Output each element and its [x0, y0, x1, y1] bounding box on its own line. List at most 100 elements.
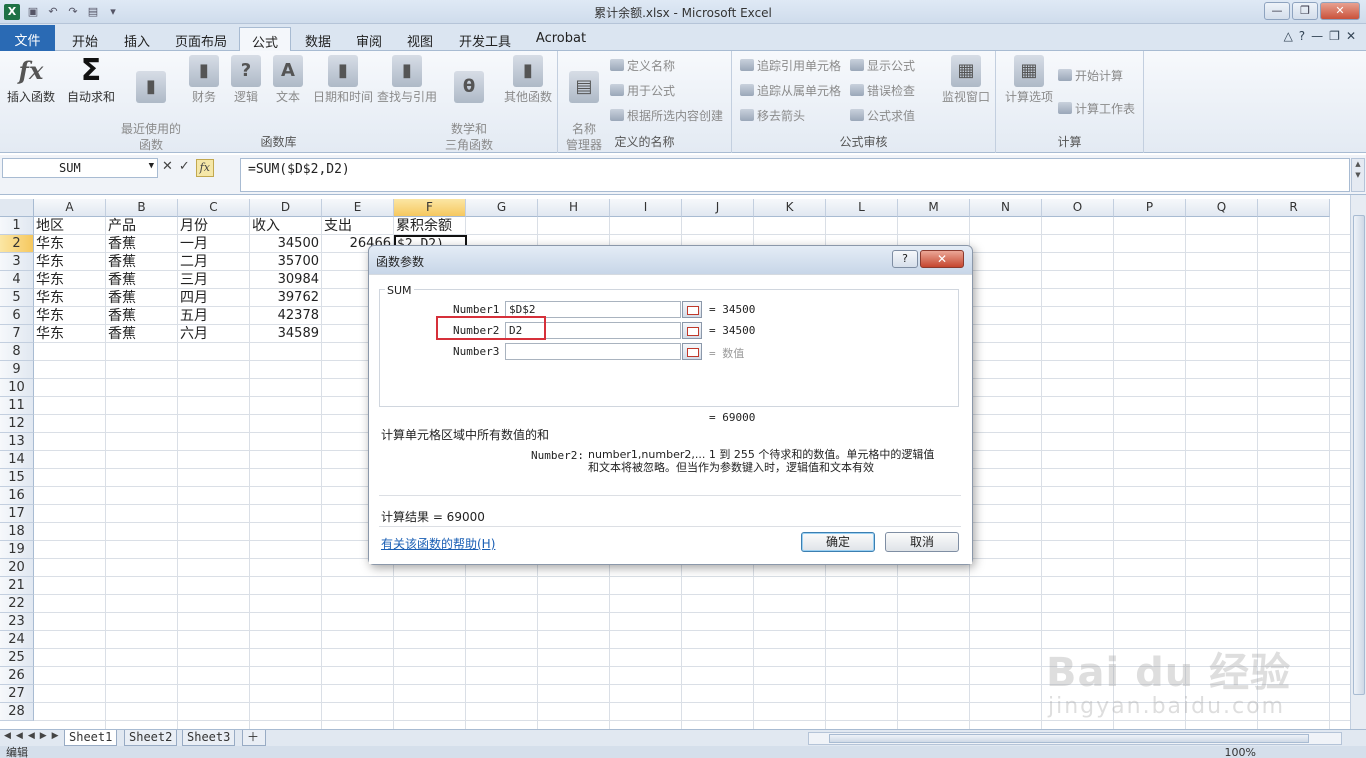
financial-button[interactable]: ▮ 财务: [186, 55, 222, 105]
cell[interactable]: 42378: [250, 307, 322, 325]
cell[interactable]: 支出: [322, 217, 394, 235]
tab-insert[interactable]: 插入: [114, 27, 160, 51]
doc-restore-icon[interactable]: ❐: [1329, 29, 1340, 43]
column-header[interactable]: D: [250, 199, 322, 217]
sheet-tab-2[interactable]: Sheet2: [124, 730, 178, 746]
row-header[interactable]: 18: [0, 523, 34, 541]
row-header[interactable]: 14: [0, 451, 34, 469]
tab-home[interactable]: 开始: [62, 27, 108, 51]
column-header[interactable]: J: [682, 199, 754, 217]
text-button[interactable]: A 文本: [270, 55, 306, 105]
range-select-icon[interactable]: [682, 301, 702, 318]
number1-input[interactable]: $D$2: [505, 301, 681, 318]
cell[interactable]: 34589: [250, 325, 322, 343]
column-header[interactable]: F: [394, 199, 466, 217]
tab-formulas[interactable]: 公式: [239, 27, 291, 51]
cell[interactable]: 华东: [34, 253, 106, 271]
cell[interactable]: 四月: [178, 289, 250, 307]
row-header[interactable]: 9: [0, 361, 34, 379]
row-header[interactable]: 13: [0, 433, 34, 451]
row-header[interactable]: 1: [0, 217, 34, 235]
calc-options-button[interactable]: ▦ 计算选项: [1000, 55, 1058, 105]
trace-dependents-button[interactable]: 追踪从属单元格: [740, 82, 841, 100]
insert-function-button[interactable]: fx 插入函数: [4, 55, 58, 105]
hscroll-thumb[interactable]: [829, 734, 1309, 743]
help-icon[interactable]: ?: [1299, 29, 1305, 43]
autosum-button[interactable]: Σ 自动求和: [64, 55, 118, 105]
watch-window-button[interactable]: ▦ 监视窗口: [938, 55, 994, 105]
minimize-icon[interactable]: —: [1264, 2, 1290, 20]
column-header[interactable]: E: [322, 199, 394, 217]
tab-developer[interactable]: 开发工具: [452, 27, 518, 51]
row-header[interactable]: 6: [0, 307, 34, 325]
cell[interactable]: 39762: [250, 289, 322, 307]
tab-review[interactable]: 审阅: [347, 27, 391, 51]
range-select-icon[interactable]: [682, 343, 702, 360]
column-header[interactable]: P: [1114, 199, 1186, 217]
datetime-button[interactable]: ▮ 日期和时间: [312, 55, 374, 105]
column-header[interactable]: N: [970, 199, 1042, 217]
cell[interactable]: 香蕉: [106, 289, 178, 307]
tab-page-layout[interactable]: 页面布局: [168, 27, 234, 51]
row-header[interactable]: 28: [0, 703, 34, 721]
zoom-level[interactable]: 100%: [1225, 746, 1256, 758]
calc-now-button[interactable]: 开始计算: [1058, 67, 1123, 85]
cell[interactable]: 华东: [34, 235, 106, 253]
other-functions-button[interactable]: ▮ 其他函数: [500, 55, 556, 105]
row-header[interactable]: 7: [0, 325, 34, 343]
cell[interactable]: 34500: [250, 235, 322, 253]
cell[interactable]: 香蕉: [106, 271, 178, 289]
column-header[interactable]: Q: [1186, 199, 1258, 217]
number3-input[interactable]: [505, 343, 681, 360]
restore-icon[interactable]: ❐: [1292, 2, 1318, 20]
evaluate-formula-button[interactable]: 公式求值: [850, 107, 915, 125]
column-header[interactable]: K: [754, 199, 826, 217]
remove-arrows-button[interactable]: 移去箭头: [740, 107, 805, 125]
define-name-button[interactable]: 定义名称: [610, 57, 675, 75]
lookup-button[interactable]: ▮ 查找与引用: [376, 55, 438, 105]
ok-button[interactable]: 确定: [801, 532, 875, 552]
row-header[interactable]: 16: [0, 487, 34, 505]
column-header[interactable]: C: [178, 199, 250, 217]
tab-acrobat[interactable]: Acrobat: [528, 27, 594, 51]
sheet-tab-3[interactable]: Sheet3: [182, 730, 236, 746]
insert-sheet-icon[interactable]: ＋: [242, 730, 266, 746]
cell[interactable]: 产品: [106, 217, 178, 235]
cancel-button[interactable]: 取消: [885, 532, 959, 552]
close-icon[interactable]: ✕: [920, 250, 964, 268]
column-header[interactable]: L: [826, 199, 898, 217]
column-header[interactable]: R: [1258, 199, 1330, 217]
cell[interactable]: 一月: [178, 235, 250, 253]
fx-icon[interactable]: fx: [195, 159, 214, 177]
use-in-formula-button[interactable]: 用于公式: [610, 82, 675, 100]
row-header[interactable]: 24: [0, 631, 34, 649]
row-header[interactable]: 11: [0, 397, 34, 415]
show-formulas-button[interactable]: 显示公式: [850, 57, 915, 75]
cell[interactable]: 华东: [34, 325, 106, 343]
cell[interactable]: 三月: [178, 271, 250, 289]
cell[interactable]: 地区: [34, 217, 106, 235]
help-icon[interactable]: ?: [892, 250, 918, 268]
cell[interactable]: 香蕉: [106, 307, 178, 325]
row-header[interactable]: 20: [0, 559, 34, 577]
column-header[interactable]: I: [610, 199, 682, 217]
row-header[interactable]: 12: [0, 415, 34, 433]
confirm-entry-icon[interactable]: ✓: [179, 159, 190, 177]
number2-input[interactable]: D2: [505, 322, 681, 339]
row-header[interactable]: 27: [0, 685, 34, 703]
cell[interactable]: 六月: [178, 325, 250, 343]
calc-sheet-button[interactable]: 计算工作表: [1058, 100, 1135, 118]
chevron-down-icon[interactable]: ▼: [149, 161, 154, 171]
column-header[interactable]: O: [1042, 199, 1114, 217]
cell[interactable]: 香蕉: [106, 325, 178, 343]
horizontal-scrollbar[interactable]: [808, 732, 1342, 745]
row-header[interactable]: 8: [0, 343, 34, 361]
row-header[interactable]: 21: [0, 577, 34, 595]
row-header[interactable]: 10: [0, 379, 34, 397]
column-header[interactable]: A: [34, 199, 106, 217]
row-header[interactable]: 26: [0, 667, 34, 685]
column-header[interactable]: G: [466, 199, 538, 217]
doc-minimize-icon[interactable]: —: [1311, 29, 1323, 43]
cell[interactable]: 五月: [178, 307, 250, 325]
cell[interactable]: 华东: [34, 289, 106, 307]
